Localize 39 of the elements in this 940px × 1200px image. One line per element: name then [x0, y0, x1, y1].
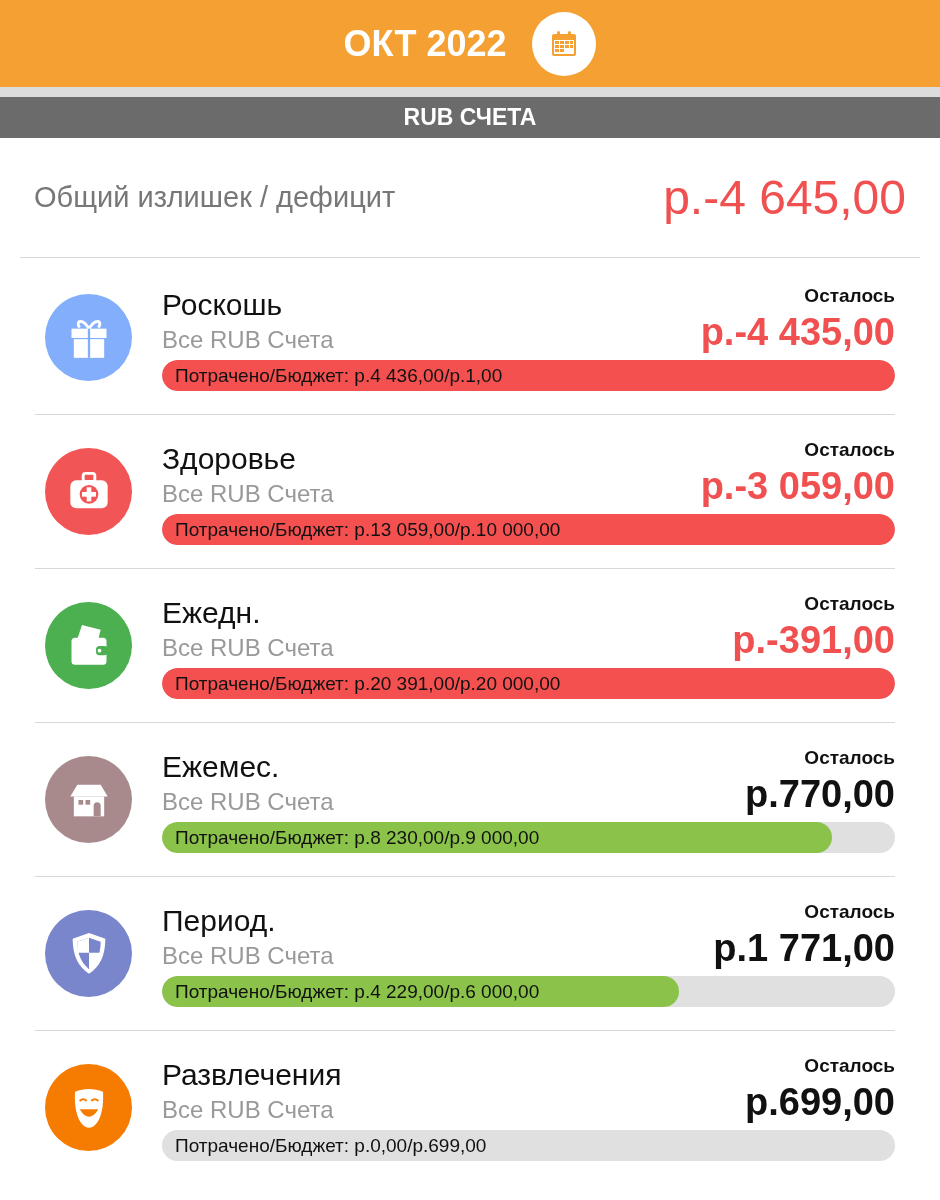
remaining-amount: р.699,00: [745, 1080, 895, 1124]
budget-row[interactable]: Ежемес. Все RUB Счета Осталось р.770,00 Потрачено/Бюджет: р.8 230,00/р.9 000,00: [35, 723, 895, 877]
account-label: Все RUB Счета: [162, 325, 334, 354]
spent-budget-text: Потрачено/Бюджет: р.4 436,00/р.1,00: [174, 364, 503, 386]
category-name: Развлечения: [162, 1057, 342, 1092]
budget-row[interactable]: Развлечения Все RUB Счета Осталось р.699,00 Потрачено/Бюджет: р.0,00/р.699,00: [35, 1031, 895, 1184]
account-label: Все RUB Счета: [162, 787, 334, 816]
remaining-label: Осталось: [804, 438, 895, 461]
summary-amount: р.-4 645,00: [663, 170, 906, 225]
spent-budget-text: Потрачено/Бюджет: р.0,00/р.699,00: [174, 1134, 487, 1156]
category-name: Период.: [162, 903, 277, 938]
account-label: Все RUB Счета: [162, 479, 334, 508]
remaining-amount: р.1 771,00: [713, 926, 895, 970]
remaining-label: Осталось: [804, 284, 895, 307]
remaining-label: Осталось: [804, 746, 895, 769]
budget-row[interactable]: Роскошь Все RUB Счета Осталось р.-4 435,00 Потрачено/Бюджет: р.4 436,00/р.1,00: [35, 261, 895, 415]
remaining-label: Осталось: [804, 900, 895, 923]
spent-budget-text: Потрачено/Бюджет: р.8 230,00/р.9 000,00: [174, 826, 540, 848]
category-name: Роскошь: [162, 287, 284, 322]
account-label: Все RUB Счета: [162, 633, 334, 662]
account-label: Все RUB Счета: [162, 941, 334, 970]
budget-row[interactable]: Период. Все RUB Счета Осталось р.1 771,00 Потрачено/Бюджет: р.4 229,00/р.6 000,00: [35, 877, 895, 1031]
budget-row[interactable]: Здоровье Все RUB Счета Осталось р.-3 059,00 Потрачено/Бюджет: р.13 059,00/р.10 000,00: [35, 415, 895, 569]
category-name: Здоровье: [162, 441, 297, 476]
spent-budget-text: Потрачено/Бюджет: р.20 391,00/р.20 000,00: [174, 672, 561, 694]
remaining-amount: р.770,00: [745, 772, 895, 816]
category-name: Ежемес.: [162, 749, 281, 784]
remaining-label: Осталось: [804, 592, 895, 615]
remaining-amount: р.-3 059,00: [700, 464, 895, 508]
account-label: Все RUB Счета: [162, 1095, 335, 1124]
remaining-amount: р.-4 435,00: [700, 310, 895, 354]
remaining-amount: р.-391,00: [732, 618, 895, 662]
summary-label: Общий излишек / дефицит: [34, 181, 396, 214]
remaining-label: Осталось: [804, 1054, 895, 1077]
budget-row[interactable]: Ежедн. Все RUB Счета Осталось р.-391,00 Потрачено/Бюджет: р.20 391,00/р.20 000,00: [35, 569, 895, 723]
category-name: Ежедн.: [162, 595, 262, 630]
spent-budget-text: Потрачено/Бюджет: р.13 059,00/р.10 000,00: [174, 518, 561, 540]
section-header: RUB СЧЕТА: [0, 97, 940, 138]
spent-budget-text: Потрачено/Бюджет: р.4 229,00/р.6 000,00: [174, 980, 540, 1002]
